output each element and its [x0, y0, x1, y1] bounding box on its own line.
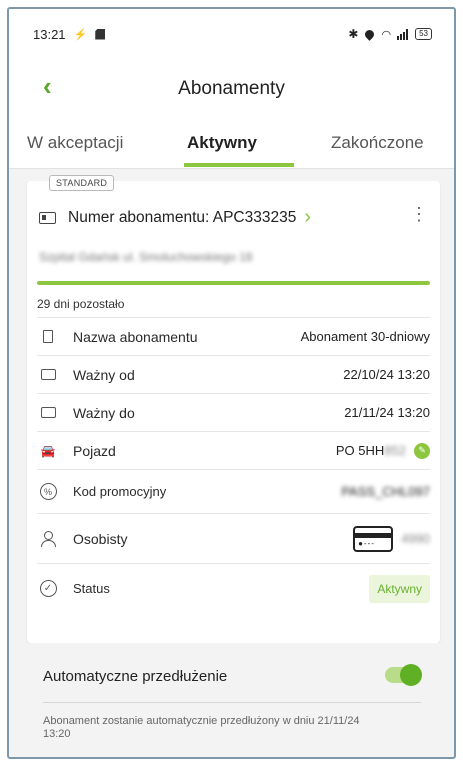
clock: 13:21	[33, 26, 66, 42]
promo-code-value: PASS_CHL097	[341, 484, 430, 499]
row-value: 21/11/24 13:20	[344, 405, 430, 420]
tab-bar: W akceptacji Aktywny Zakończone	[9, 119, 454, 169]
phone-screen: 13:21 ⚡ ✱ ◠ 53 ‹ Abonamenty W akceptacji…	[7, 7, 456, 759]
tab-active[interactable]: Aktywny	[187, 133, 257, 153]
percent-badge-icon: %	[37, 483, 59, 500]
user-icon	[37, 531, 59, 547]
charging-icon: ⚡	[73, 28, 88, 41]
sim-card-icon	[95, 28, 106, 40]
signal-icon	[397, 28, 409, 40]
remaining-progress-bar	[37, 281, 430, 285]
row-label: Status	[73, 581, 110, 596]
subscription-card: STANDARD Numer abonamentu: APC333235 › ⋮…	[27, 175, 440, 643]
more-options-icon[interactable]: ⋮	[410, 205, 428, 223]
row-label: Ważny do	[73, 404, 135, 421]
auto-renewal-section: Automatyczne przedłużenie Abonament zost…	[27, 643, 440, 757]
row-label: Ważny od	[73, 366, 135, 383]
subscription-number: Numer abonamentu: APC333235	[68, 208, 297, 226]
bluetooth-icon: ✱	[348, 27, 359, 41]
auto-renewal-toggle[interactable]	[385, 664, 422, 686]
subscription-number-link[interactable]: Numer abonamentu: APC333235 ›	[39, 206, 311, 229]
calendar-end-icon	[37, 405, 59, 421]
days-remaining: 29 dni pozostało	[37, 297, 125, 311]
row-vehicle: 🚘 Pojazd PO 5HH852 ✎	[37, 431, 430, 469]
status-badge: Aktywny	[369, 574, 430, 603]
battery-icon: 53	[415, 28, 432, 40]
parking-address: Szpital Gdańsk ul. Smoluchowskiego 18	[39, 250, 253, 264]
row-payment: Osobisty 4990	[37, 513, 430, 563]
row-valid-from: Ważny od 22/10/24 13:20	[37, 355, 430, 393]
plan-badge: STANDARD	[49, 175, 115, 191]
row-label: Nazwa abonamentu	[73, 328, 198, 345]
row-status: ✓ Status Aktywny	[37, 563, 430, 613]
row-value: 22/10/24 13:20	[343, 367, 430, 382]
row-label: Kod promocyjny	[73, 484, 167, 499]
app-header: ‹ Abonamenty	[9, 59, 454, 119]
row-label: Pojazd	[73, 442, 116, 459]
status-bar: 13:21 ⚡ ✱ ◠ 53	[9, 9, 454, 59]
edit-vehicle-icon[interactable]: ✎	[414, 442, 430, 459]
row-promo-code: % Kod promocyjny PASS_CHL097	[37, 469, 430, 513]
divider	[43, 702, 421, 703]
active-tab-indicator	[184, 163, 294, 167]
auto-renewal-note: Abonament zostanie automatycznie przedłu…	[43, 715, 360, 740]
car-icon: 🚘	[40, 443, 56, 458]
credit-card-icon	[353, 525, 394, 552]
row-label: Osobisty	[73, 530, 128, 547]
document-icon	[37, 329, 59, 345]
back-arrow-icon[interactable]: ‹	[43, 73, 52, 99]
auto-renewal-label: Automatyczne przedłużenie	[43, 668, 228, 685]
chevron-right-icon: ›	[304, 206, 312, 228]
vehicle-plate: PO 5HH852	[335, 443, 406, 458]
row-value: Abonament 30-dniowy	[300, 329, 430, 344]
wifi-icon: ◠	[381, 28, 391, 41]
tab-in-acceptance[interactable]: W akceptacji	[27, 133, 123, 153]
row-subscription-name: Nazwa abonamentu Abonament 30-dniowy	[37, 317, 430, 355]
page-title: Abonamenty	[178, 78, 285, 99]
check-circle-icon: ✓	[37, 580, 59, 597]
card-last-digits: 4990	[401, 531, 430, 546]
id-card-icon	[39, 211, 56, 224]
row-valid-to: Ważny do 21/11/24 13:20	[37, 393, 430, 431]
calendar-start-icon	[37, 367, 59, 383]
location-icon	[363, 27, 377, 41]
tab-finished[interactable]: Zakończone	[331, 133, 424, 153]
